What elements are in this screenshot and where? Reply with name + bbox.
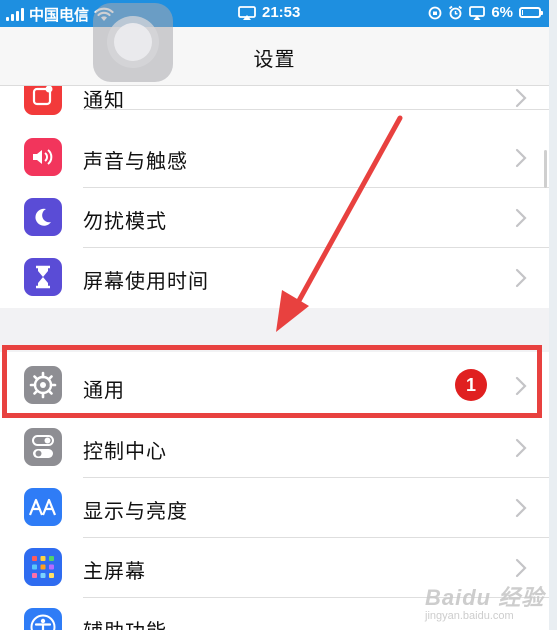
annotation-arrow — [276, 115, 403, 332]
watermark-logo: Baidu 经验 — [425, 585, 545, 610]
highlight-box — [2, 345, 542, 418]
watermark: Baidu 经验 jingyan.baidu.com — [425, 580, 544, 622]
